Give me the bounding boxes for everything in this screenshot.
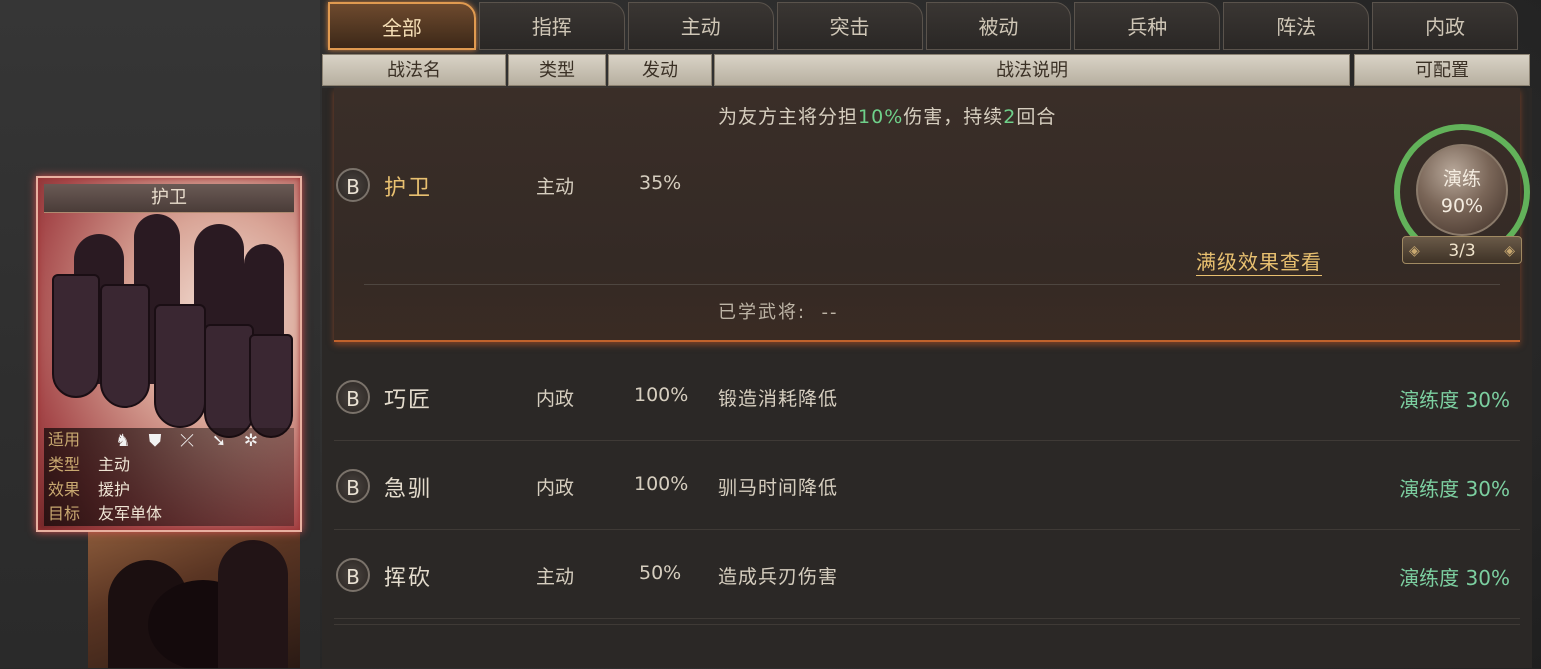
tab-passive[interactable]: 被动 [925,2,1072,50]
skill-row-expanded[interactable]: B 护卫 主动 35% 为友方主将分担10%伤害，持续2回合 满级效果查看 已学… [334,88,1530,342]
troop-type-icons: ♞ ⛊ ⤫ ➘ ✲ [112,430,262,452]
type-label: 类型 [48,455,81,474]
grade-badge: B [336,558,370,592]
type-value: 主动 [98,455,131,474]
chariot-icon: ✲ [243,431,259,451]
skill-description: 锻造消耗降低 [718,388,839,410]
row-divider [364,284,1500,285]
column-header-trigger[interactable]: 发动 [608,54,712,86]
tab-active[interactable]: 主动 [627,2,774,50]
skill-card-title: 护卫 [44,184,294,213]
grade-badge: B [336,168,370,202]
cavalry-icon: ♞ [115,431,131,451]
practice-value: 90% [1440,195,1484,217]
skill-name: 巧匠 [384,388,433,413]
column-header-description: 战法说明 [714,54,1350,86]
skill-row[interactable]: B 挥砍 主动 50% 造成兵刃伤害 演练度 30% [334,532,1520,619]
skill-trigger: 100% [634,384,689,406]
skill-trigger: 50% [639,562,682,584]
practice-level: 演练度 30% [1399,388,1510,412]
skill-type: 内政 [536,477,575,499]
spear-icon: ➘ [211,431,227,451]
tab-internal[interactable]: 内政 [1372,2,1518,50]
tab-formation[interactable]: 阵法 [1223,2,1370,50]
practice-label: 演练 [1442,168,1481,190]
column-header-name[interactable]: 战法名 [322,54,506,86]
skill-trigger: 35% [639,172,682,194]
column-header-configurable[interactable]: 可配置 [1354,54,1530,86]
skill-name: 护卫 [384,176,433,201]
effect-label: 效果 [48,480,81,499]
skill-row[interactable]: B 急驯 内政 100% 驯马时间降低 演练度 30% [334,443,1520,530]
skill-list: B 护卫 主动 35% 为友方主将分担10%伤害，持续2回合 满级效果查看 已学… [322,88,1532,668]
target-label: 目标 [48,504,81,523]
column-header-type[interactable]: 类型 [508,54,606,86]
hero-portrait-art [88,530,300,668]
skill-row-partial[interactable] [334,624,1520,669]
skill-name: 急驯 [384,477,433,502]
tab-all[interactable]: 全部 [328,2,476,50]
skill-description: 驯马时间降低 [718,477,839,499]
grade-badge: B [336,380,370,414]
category-tabs: 全部 指挥 主动 突击 被动 兵种 阵法 内政 [328,2,1518,52]
skill-trigger: 100% [634,473,689,495]
learned-generals: 已学武将: -- [718,302,839,323]
practice-count: 3/3 [1402,236,1522,265]
practice-gauge[interactable]: 演练 90% 3/3 [1392,122,1532,270]
full-level-effect-link[interactable]: 满级效果查看 [1196,246,1322,276]
skill-type: 主动 [536,176,575,198]
practice-level: 演练度 30% [1399,477,1510,501]
effect-value: 援护 [98,480,131,499]
skill-row[interactable]: B 巧匠 内政 100% 锻造消耗降低 演练度 30% [334,354,1520,441]
applicable-label: 适用 [48,430,81,449]
skill-card-info: 适用 ♞ ⛊ ⤫ ➘ ✲ 类型 主动 效果 援护 目标 友军单体 [44,428,294,526]
tab-command[interactable]: 指挥 [478,2,625,50]
target-value: 友军单体 [98,504,163,523]
shield-icon: ⛊ [148,431,162,451]
bow-icon: ⤫ [180,431,194,451]
practice-orb: 演练 90% [1416,144,1508,236]
skill-type: 主动 [536,566,575,588]
practice-level: 演练度 30% [1399,566,1510,590]
skill-type: 内政 [536,388,575,410]
grade-badge: B [336,469,370,503]
tab-assault[interactable]: 突击 [776,2,923,50]
skill-card: 护卫 适用 ♞ ⛊ ⤫ ➘ ✲ 类型 主动 效果 援护 目标 友军单体 [36,176,302,532]
skill-name: 挥砍 [384,566,433,591]
skill-description: 为友方主将分担10%伤害，持续2回合 [718,106,1057,128]
skill-description: 造成兵刃伤害 [718,566,839,588]
tab-troop[interactable]: 兵种 [1074,2,1221,50]
skill-card-illustration [44,214,294,438]
